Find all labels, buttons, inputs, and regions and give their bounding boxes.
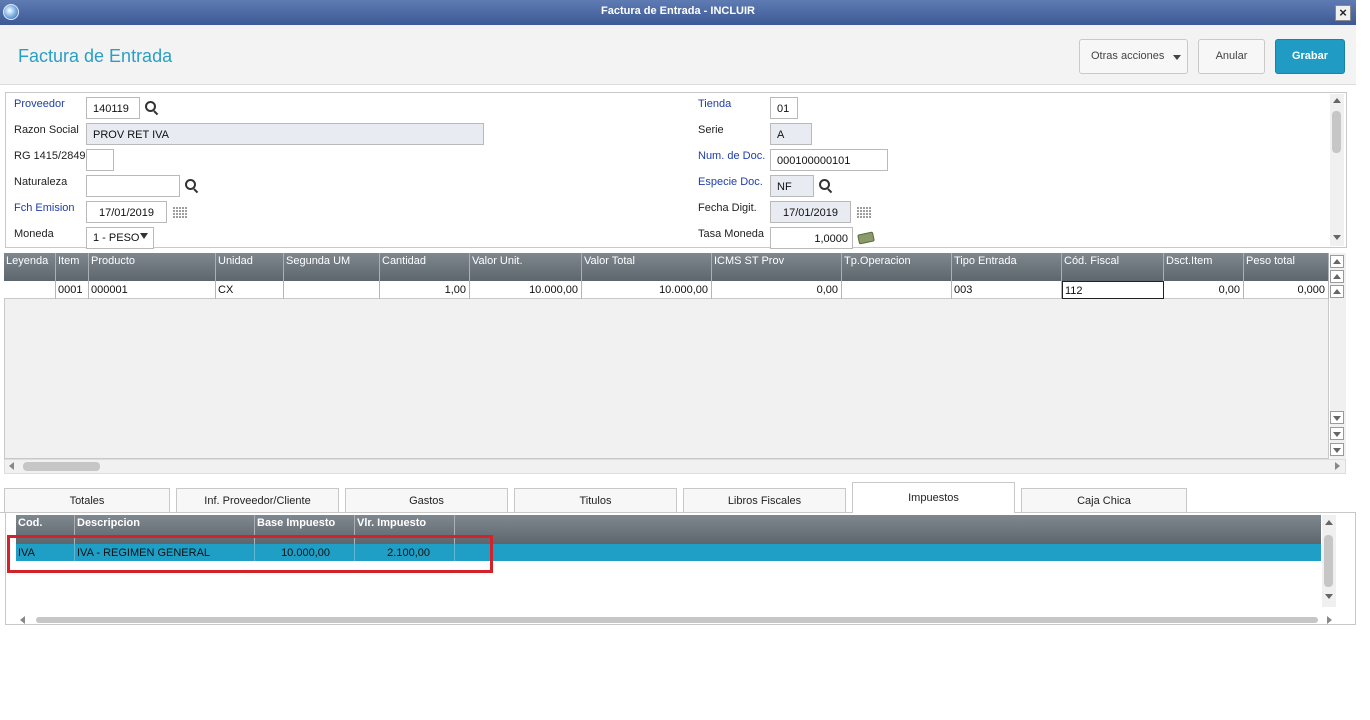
num-doc-label: Num. de Doc.: [698, 150, 766, 162]
fch-emision-label: Fch Emision: [14, 202, 75, 214]
rg-input[interactable]: [86, 149, 114, 171]
cell-valor-total[interactable]: 10.000,00: [582, 281, 712, 299]
table-row[interactable]: 0001 000001 CX 1,00 10.000,00 10.000,00 …: [4, 281, 1329, 299]
invoice-header-form: [5, 92, 1347, 248]
tab-impuestos[interactable]: Impuestos: [852, 482, 1015, 513]
search-icon[interactable]: [819, 179, 833, 193]
moneda-label: Moneda: [14, 228, 54, 240]
cell-dsct-item[interactable]: 0,00: [1164, 281, 1244, 299]
app-icon: [3, 4, 19, 20]
cell-valor-unit[interactable]: 10.000,00: [470, 281, 582, 299]
tienda-label: Tienda: [698, 98, 732, 110]
scroll-right-icon[interactable]: [1327, 616, 1332, 624]
cell-item[interactable]: 0001: [56, 281, 89, 299]
window-title: Factura de Entrada - INCLUIR: [600, 5, 756, 17]
taxes-hscroll-thumb[interactable]: [36, 617, 1318, 623]
chevron-down-icon[interactable]: [140, 233, 148, 239]
taxes-scrollbar-thumb[interactable]: [1324, 535, 1333, 587]
cell-tipo-entrada[interactable]: 003: [952, 281, 1062, 299]
column-header[interactable]: Producto: [89, 253, 216, 281]
window-title-bar: Factura de Entrada - INCLUIR: [0, 0, 1356, 25]
serie-input[interactable]: A: [770, 123, 812, 145]
tab-titulos[interactable]: Titulos: [514, 488, 677, 512]
scroll-down-icon[interactable]: [1330, 411, 1344, 424]
scroll-up-icon[interactable]: [1330, 285, 1344, 298]
search-icon[interactable]: [185, 179, 199, 193]
tab-gastos[interactable]: Gastos: [345, 488, 508, 512]
rg-label: RG 1415/2849: [14, 150, 86, 162]
tab-caja-chica[interactable]: Caja Chica: [1021, 488, 1187, 512]
scroll-left-icon[interactable]: [9, 462, 14, 470]
calendar-icon[interactable]: [856, 207, 871, 218]
chevron-down-icon: [1173, 55, 1181, 60]
cell-cantidad[interactable]: 1,00: [380, 281, 470, 299]
razon-social-label: Razon Social: [14, 124, 79, 136]
column-header[interactable]: Tipo Entrada: [952, 253, 1062, 281]
tienda-input[interactable]: 01: [770, 97, 798, 119]
num-doc-input[interactable]: 000100000101: [770, 149, 888, 171]
proveedor-input[interactable]: 140119: [86, 97, 140, 119]
form-scrollbar-thumb[interactable]: [1332, 111, 1341, 153]
page-down-icon[interactable]: [1330, 427, 1344, 440]
column-header[interactable]: Dsct.Item: [1164, 253, 1244, 281]
cell-cod-fiscal[interactable]: 112: [1062, 281, 1164, 299]
last-record-icon[interactable]: [1330, 443, 1344, 456]
razon-social-input[interactable]: PROV RET IVA: [86, 123, 484, 145]
cell-unidad[interactable]: CX: [216, 281, 284, 299]
column-header[interactable]: Segunda UM: [284, 253, 380, 281]
especie-doc-input[interactable]: NF: [770, 175, 814, 197]
fecha-digit-input[interactable]: 17/01/2019: [770, 201, 851, 223]
other-actions-button[interactable]: Otras acciones: [1079, 39, 1188, 74]
items-grid-header: Leyenda Item Producto Unidad Segunda UM …: [4, 253, 1329, 281]
naturaleza-input[interactable]: [86, 175, 180, 197]
column-header[interactable]: Valor Total: [582, 253, 712, 281]
grid-horizontal-scrollbar[interactable]: [4, 459, 1346, 474]
proveedor-label: Proveedor: [14, 98, 65, 110]
scroll-right-icon[interactable]: [1335, 462, 1340, 470]
cell-segunda-um[interactable]: [284, 281, 380, 299]
fch-emision-input[interactable]: 17/01/2019: [86, 201, 167, 223]
naturaleza-label: Naturaleza: [14, 176, 68, 188]
scroll-up-icon[interactable]: [1333, 98, 1341, 103]
column-header[interactable]: Unidad: [216, 253, 284, 281]
scroll-down-icon[interactable]: [1325, 594, 1333, 599]
page-up-icon[interactable]: [1330, 270, 1344, 283]
cell-peso-total[interactable]: 0,000: [1244, 281, 1329, 299]
grid-hscroll-thumb[interactable]: [23, 462, 100, 471]
column-header[interactable]: ICMS ST Prov: [712, 253, 842, 281]
column-header[interactable]: Valor Unit.: [470, 253, 582, 281]
scroll-up-icon[interactable]: [1325, 520, 1333, 525]
other-actions-label: Otras acciones: [1091, 50, 1165, 62]
close-window-button[interactable]: ×: [1335, 5, 1351, 21]
scroll-down-icon[interactable]: [1333, 235, 1341, 240]
column-header[interactable]: Peso total: [1244, 253, 1329, 281]
cell-producto[interactable]: 000001: [89, 281, 216, 299]
highlight-annotation: [7, 535, 493, 573]
cancel-button[interactable]: Anular: [1198, 39, 1265, 74]
column-header[interactable]: Item: [56, 253, 89, 281]
tasa-moneda-input[interactable]: 1,0000: [770, 227, 853, 249]
scroll-left-icon[interactable]: [20, 616, 25, 624]
especie-doc-label: Especie Doc.: [698, 176, 763, 188]
first-record-icon[interactable]: [1330, 255, 1344, 268]
column-header[interactable]: Leyenda: [4, 253, 56, 281]
column-header[interactable]: Cantidad: [380, 253, 470, 281]
column-header[interactable]: Cód. Fiscal: [1062, 253, 1164, 281]
cell-tp-operacion[interactable]: [842, 281, 952, 299]
page-title: Factura de Entrada: [18, 46, 173, 66]
tab-totales[interactable]: Totales: [4, 488, 170, 512]
save-button[interactable]: Grabar: [1275, 39, 1345, 74]
tasa-moneda-label: Tasa Moneda: [698, 228, 765, 240]
cell-leyenda[interactable]: [4, 281, 56, 299]
cell-icms-st-prov[interactable]: 0,00: [712, 281, 842, 299]
column-header[interactable]: Tp.Operacion: [842, 253, 952, 281]
tab-libros-fiscales[interactable]: Libros Fiscales: [683, 488, 846, 512]
fecha-digit-label: Fecha Digit.: [698, 202, 757, 214]
serie-label: Serie: [698, 124, 724, 136]
search-icon[interactable]: [145, 101, 159, 115]
tab-inf-proveedor[interactable]: Inf. Proveedor/Cliente: [176, 488, 339, 512]
calendar-icon[interactable]: [172, 207, 187, 218]
